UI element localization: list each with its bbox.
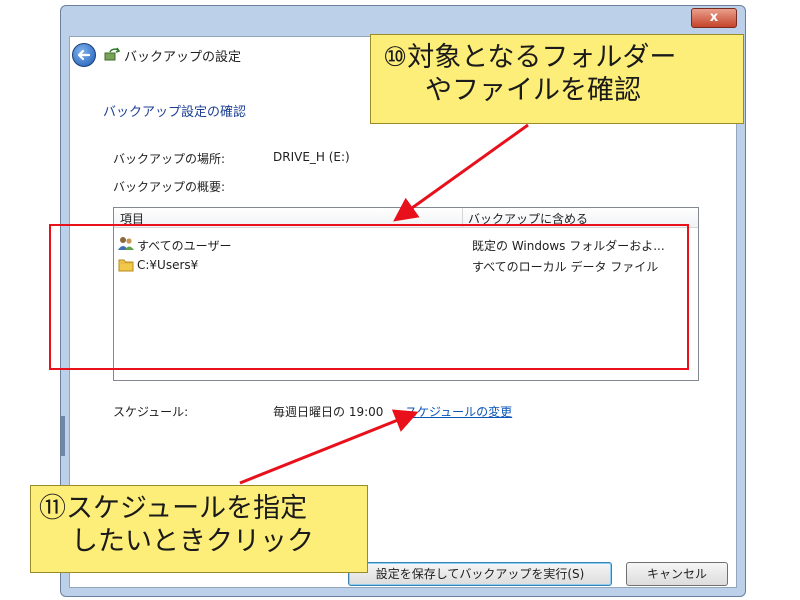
callout-bottom-line1: ⑪スケジュールを指定	[39, 493, 308, 524]
callout-top-line1: ⑩対象となるフォルダー	[383, 42, 677, 73]
callout-top-line2: やファイルを確認	[425, 75, 641, 106]
arrow-top	[393, 123, 529, 222]
arrow-bottom	[239, 409, 419, 485]
callout-bottom-line2: したいときクリック	[71, 526, 314, 557]
callout-top: ⑩対象となるフォルダー やファイルを確認	[370, 34, 744, 124]
callout-bottom: ⑪スケジュールを指定 したいときクリック	[30, 485, 368, 573]
